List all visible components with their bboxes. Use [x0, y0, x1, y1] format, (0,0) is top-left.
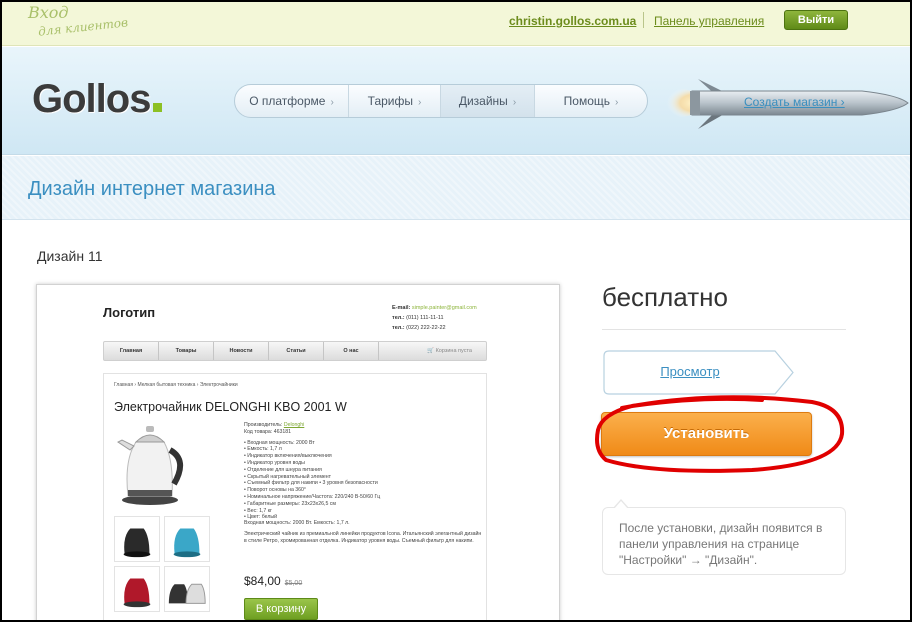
- main-nav: О платформе › Тарифы › Дизайны › Помощь ›: [234, 84, 648, 118]
- spec-line: • Вес: 1,7 кг: [244, 507, 272, 514]
- preview-logo: Логотип: [103, 305, 156, 320]
- spec-line: • Емкость: 1,7 л: [244, 446, 282, 453]
- page-title: Дизайн интернет магазина: [28, 178, 276, 200]
- site-header: Gollos О платформе › Тарифы › Дизайны › Пом…: [2, 47, 910, 155]
- nav-item-label: Дизайны: [458, 94, 508, 108]
- thumbnail-black[interactable]: [114, 516, 160, 562]
- preview-phone2-value: (022) 222-22-22: [406, 325, 446, 331]
- thumbnail-blue[interactable]: [164, 516, 210, 562]
- divider: [602, 329, 846, 330]
- thumbnail-red[interactable]: [114, 566, 160, 612]
- spec-line: • Съемный фильтр для накипи • 3 уровня б…: [244, 480, 378, 487]
- preview-menu-item: Статьи: [269, 342, 324, 360]
- nav-item-platform[interactable]: О платформе ›: [235, 85, 349, 117]
- preview-breadcrumb: Главная › Мелкая бытовая техника › Элект…: [114, 382, 238, 388]
- install-note-text: После установки, дизайн появится в панел…: [619, 521, 823, 567]
- price-value: $84,00: [244, 574, 281, 588]
- preview-phone1: тел.: (011) 111-11-11: [392, 315, 444, 321]
- thumbnail-multi[interactable]: [164, 566, 210, 612]
- control-panel-link[interactable]: Панель управления: [654, 14, 764, 28]
- nav-item-label: О платформе: [249, 94, 326, 108]
- account-domain-link[interactable]: christin.gollos.com.ua: [509, 14, 636, 28]
- design-name: Дизайн 11: [37, 248, 103, 264]
- preview-menu-item: Товары: [159, 342, 214, 360]
- cart-icon: 🛒: [427, 348, 435, 354]
- spec-line: • Индикатор включения/выключения: [244, 453, 332, 460]
- client-login-logo[interactable]: Вход для клиентов: [28, 5, 129, 39]
- preview-menu-item: О нас: [324, 342, 379, 360]
- title-band: Дизайн интернет магазина: [2, 156, 910, 220]
- logout-button[interactable]: Выйти: [784, 10, 848, 30]
- preview-email: E-mail: simple.painter@gmail.com: [392, 305, 477, 311]
- chevron-right-icon: ›: [512, 97, 517, 108]
- preview-product-card: Главная › Мелкая бытовая техника › Элект…: [103, 373, 487, 620]
- manufacturer-label: Производитель:: [244, 422, 283, 428]
- logo-dot: [153, 103, 162, 112]
- nav-item-label: Тарифы: [367, 94, 413, 108]
- desc-line: Входная мощность: 2000 Вт. Емкость: 1,7 …: [244, 520, 350, 526]
- design-preview-image[interactable]: Логотип E-mail: simple.painter@gmail.com…: [36, 284, 560, 620]
- preview-phone2-label: тел.:: [392, 325, 405, 331]
- view-button-label[interactable]: Просмотр: [604, 364, 776, 379]
- spec-line: • Входная мощность: 2000 Вт: [244, 439, 315, 446]
- kettle-image: [117, 426, 183, 505]
- spec-line: Производитель: Delonghi: [244, 422, 484, 429]
- preview-add-to-cart-button: В корзину: [244, 598, 318, 620]
- browser-page: Вход для клиентов christin.gollos.com.ua…: [2, 2, 910, 620]
- preview-phone2: тел.: (022) 222-22-22: [392, 325, 446, 331]
- preview-description: Входная мощность: 2000 Вт. Емкость: 1,7 …: [244, 520, 484, 544]
- desc-line: Электрический чайник из премиальной лине…: [244, 530, 482, 544]
- design-price: бесплатно: [602, 282, 728, 312]
- preview-product-title: Электрочайник DELONGHI KBO 2001 W: [114, 400, 347, 414]
- preview-menu: Главная Товары Новости Статьи О нас 🛒 Ко…: [103, 341, 487, 361]
- topbar-divider: [643, 12, 644, 28]
- chevron-right-icon: ›: [330, 97, 334, 108]
- preview-cart-label: Корзина пуста: [435, 348, 472, 354]
- install-button[interactable]: Установить: [601, 412, 812, 456]
- manufacturer-link: Delonghi: [283, 422, 305, 428]
- preview-menu-item: Новости: [214, 342, 269, 360]
- preview-specs: Производитель: Delonghi Код товара: 4631…: [244, 422, 484, 521]
- spec-line: • Габаритные размеры: 23х23х26,5 см: [244, 500, 336, 507]
- nav-item-help[interactable]: Помощь ›: [535, 85, 647, 117]
- chevron-right-icon: ›: [418, 97, 422, 108]
- spec-line: • Номинальное напряжение/Частота: 220/24…: [244, 493, 381, 500]
- install-note: После установки, дизайн появится в панел…: [602, 499, 846, 575]
- top-bar: Вход для клиентов christin.gollos.com.ua…: [2, 2, 910, 46]
- preview-cart: 🛒 Корзина пуста: [427, 342, 472, 360]
- spec-line: • Поворот основы на 360°: [244, 487, 307, 494]
- chevron-right-icon: ›: [615, 97, 619, 108]
- create-store-link[interactable]: Создать магазин ›: [744, 95, 845, 109]
- spec-line: • Отделение для шнура питания: [244, 466, 322, 473]
- spec-line: • Индикатор уровня воды: [244, 459, 305, 466]
- note-arrow-inner: [614, 501, 628, 509]
- gollos-logo[interactable]: Gollos: [32, 77, 151, 122]
- preview-phone1-value: (011) 111-11-11: [406, 315, 444, 321]
- spec-line: Код товара: 463181: [244, 428, 292, 435]
- preview-phone1-label: тел.:: [392, 315, 405, 321]
- old-price: $5,00: [284, 580, 303, 587]
- preview-email-value: simple.painter@gmail.com: [411, 305, 477, 311]
- preview-price: $84,00 $5,00: [244, 574, 302, 588]
- nav-item-tariffs[interactable]: Тарифы ›: [349, 85, 441, 117]
- preview-email-label: E-mail:: [392, 305, 411, 311]
- preview-menu-item: Главная: [104, 342, 159, 360]
- nav-item-label: Помощь: [563, 94, 610, 108]
- nav-item-designs[interactable]: Дизайны ›: [441, 85, 535, 117]
